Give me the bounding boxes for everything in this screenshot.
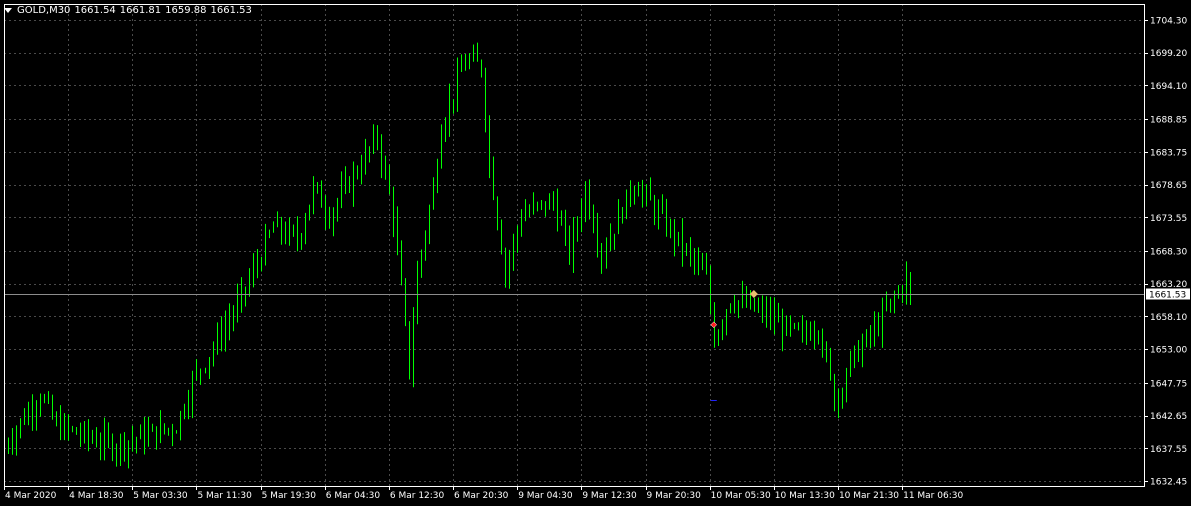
- y-tick-label: 1699.20: [1150, 49, 1187, 59]
- y-tick-label: 1694.10: [1150, 82, 1187, 92]
- y-tick-label: 1658.10: [1150, 313, 1187, 323]
- open-price: 1661.54: [74, 4, 116, 16]
- y-tick-label: 1678.65: [1150, 181, 1187, 191]
- y-tick-label: 1673.55: [1150, 214, 1187, 224]
- x-tick-label: 6 Mar 12:30: [390, 491, 445, 501]
- x-tick-label: 10 Mar 13:30: [775, 491, 835, 501]
- triangle-down-icon[interactable]: [4, 7, 12, 13]
- x-tick-label: 5 Mar 11:30: [197, 491, 252, 501]
- x-tick-label: 9 Mar 12:30: [582, 491, 637, 501]
- close-price: 1661.53: [210, 4, 252, 16]
- x-tick-label: 9 Mar 20:30: [647, 491, 702, 501]
- y-tick-label: 1637.55: [1150, 445, 1187, 455]
- price-axis[interactable]: 1704.30 1699.20 1694.10 1688.85 1683.75 1678.…: [1144, 17, 1187, 488]
- y-tick-label: 1653.00: [1150, 346, 1187, 356]
- current-price-label: 1661.53: [1149, 291, 1186, 301]
- low-price: 1659.88: [165, 4, 207, 16]
- y-tick-label: 1683.75: [1150, 148, 1187, 158]
- high-price: 1661.81: [119, 4, 162, 16]
- y-tick-label: 1668.30: [1150, 247, 1187, 257]
- x-tick-label: 9 Mar 04:30: [518, 491, 573, 501]
- chart-header: GOLD,M30 1661.54 1661.81 1659.88 1661.53: [4, 3, 252, 17]
- x-tick-label: 11 Mar 06:30: [903, 491, 963, 501]
- y-tick-label: 1688.85: [1150, 116, 1187, 126]
- x-tick-label: 10 Mar 05:30: [711, 491, 771, 501]
- x-tick-label: 6 Mar 20:30: [454, 491, 509, 501]
- y-tick-label: 1704.30: [1150, 17, 1187, 27]
- x-tick-label: 6 Mar 04:30: [326, 491, 381, 501]
- x-tick-label: 4 Mar 2020: [5, 491, 57, 501]
- current-price-tag: 1661.53: [1146, 288, 1190, 301]
- chart-canvas[interactable]: 1704.30 1699.20 1694.10 1688.85 1683.75 1678.…: [0, 0, 1191, 506]
- y-tick-label: 1647.75: [1150, 379, 1187, 389]
- y-tick-label: 1642.65: [1150, 412, 1187, 422]
- x-tick-label: 10 Mar 21:30: [839, 491, 899, 501]
- chart-background: [0, 0, 1191, 506]
- x-tick-label: 5 Mar 19:30: [262, 491, 317, 501]
- x-tick-label: 4 Mar 18:30: [69, 491, 124, 501]
- y-tick-label: 1632.45: [1150, 478, 1187, 488]
- x-tick-label: 5 Mar 03:30: [133, 491, 188, 501]
- symbol-label: GOLD,M30: [17, 4, 71, 16]
